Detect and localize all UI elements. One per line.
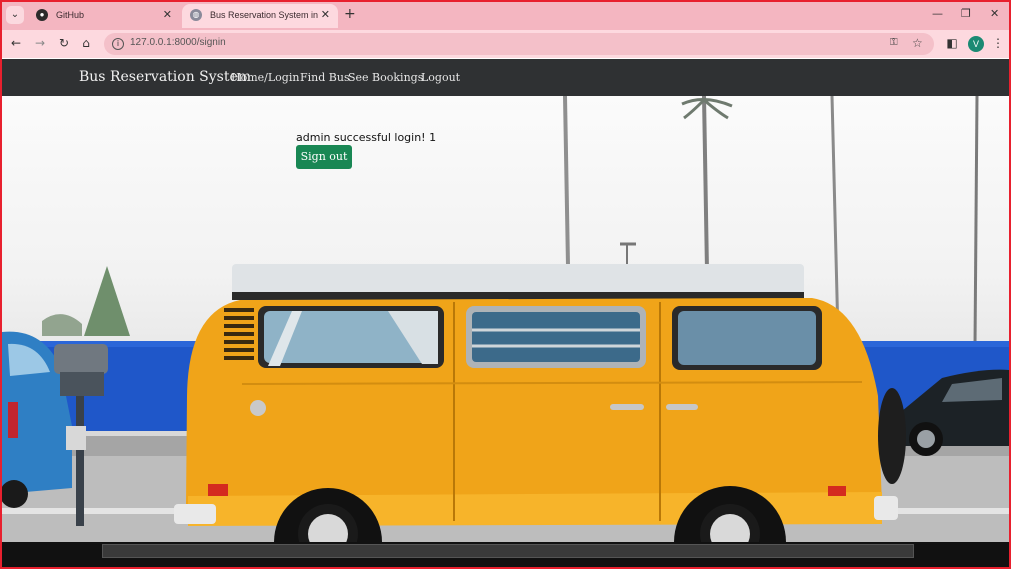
browser-toolbar: ← → ↻ ⌂ i 127.0.0.1:8000/signin ⚿ ☆ ◧ V … xyxy=(2,30,1009,58)
hero-background: admin successful login! 1 Sign out xyxy=(2,96,1009,542)
nav-find-bus[interactable]: Find Bus xyxy=(300,71,350,84)
restore-button[interactable]: ❐ xyxy=(961,7,971,20)
tab-github[interactable]: ● GitHub ✕ xyxy=(28,4,180,28)
password-key-icon[interactable]: ⚿ xyxy=(890,37,898,48)
new-tab-button[interactable]: + xyxy=(344,6,356,22)
nav-logout[interactable]: Logout xyxy=(421,71,460,84)
horizontal-scrollbar[interactable] xyxy=(102,544,914,558)
tab-bus-reservation[interactable]: ◍ Bus Reservation System in Djan ✕ xyxy=(182,4,338,28)
site-info-icon[interactable]: i xyxy=(112,38,124,50)
reload-icon[interactable]: ↻ xyxy=(56,36,72,50)
tab-title: Bus Reservation System in Djan xyxy=(210,10,320,20)
site-brand[interactable]: Bus Reservation System xyxy=(79,69,251,85)
site-navbar: Bus Reservation System Home/Login Find B… xyxy=(2,59,1009,96)
nav-home-login[interactable]: Home/Login xyxy=(231,71,299,84)
address-bar[interactable]: i 127.0.0.1:8000/signin ⚿ ☆ xyxy=(104,33,934,55)
close-window-button[interactable]: ✕ xyxy=(990,7,999,20)
nav-see-bookings[interactable]: See Bookings xyxy=(348,71,423,84)
url-text: 127.0.0.1:8000/signin xyxy=(130,37,226,48)
sign-out-button[interactable]: Sign out xyxy=(296,145,352,169)
close-tab-icon[interactable]: ✕ xyxy=(321,4,330,26)
login-success-message: admin successful login! 1 xyxy=(296,131,437,144)
home-icon[interactable]: ⌂ xyxy=(78,36,94,50)
more-menu-icon[interactable]: ⋮ xyxy=(990,36,1006,50)
bookmark-star-icon[interactable]: ☆ xyxy=(912,36,923,50)
browser-window: ⌄ ● GitHub ✕ ◍ Bus Reservation System in… xyxy=(0,0,1011,569)
globe-icon: ◍ xyxy=(190,9,202,21)
tab-title: GitHub xyxy=(56,10,85,20)
github-icon: ● xyxy=(36,9,48,21)
side-panel-icon[interactable]: ◧ xyxy=(944,36,960,50)
tab-search-button[interactable]: ⌄ xyxy=(6,6,24,24)
back-icon[interactable]: ← xyxy=(8,36,24,50)
forward-icon[interactable]: → xyxy=(32,36,48,50)
minimize-button[interactable]: — xyxy=(932,7,943,20)
tab-strip: ⌄ ● GitHub ✕ ◍ Bus Reservation System in… xyxy=(2,2,1009,30)
profile-avatar[interactable]: V xyxy=(968,36,984,52)
bottom-bar xyxy=(2,542,1009,567)
bus-photo xyxy=(2,96,1009,542)
close-tab-icon[interactable]: ✕ xyxy=(163,4,172,26)
